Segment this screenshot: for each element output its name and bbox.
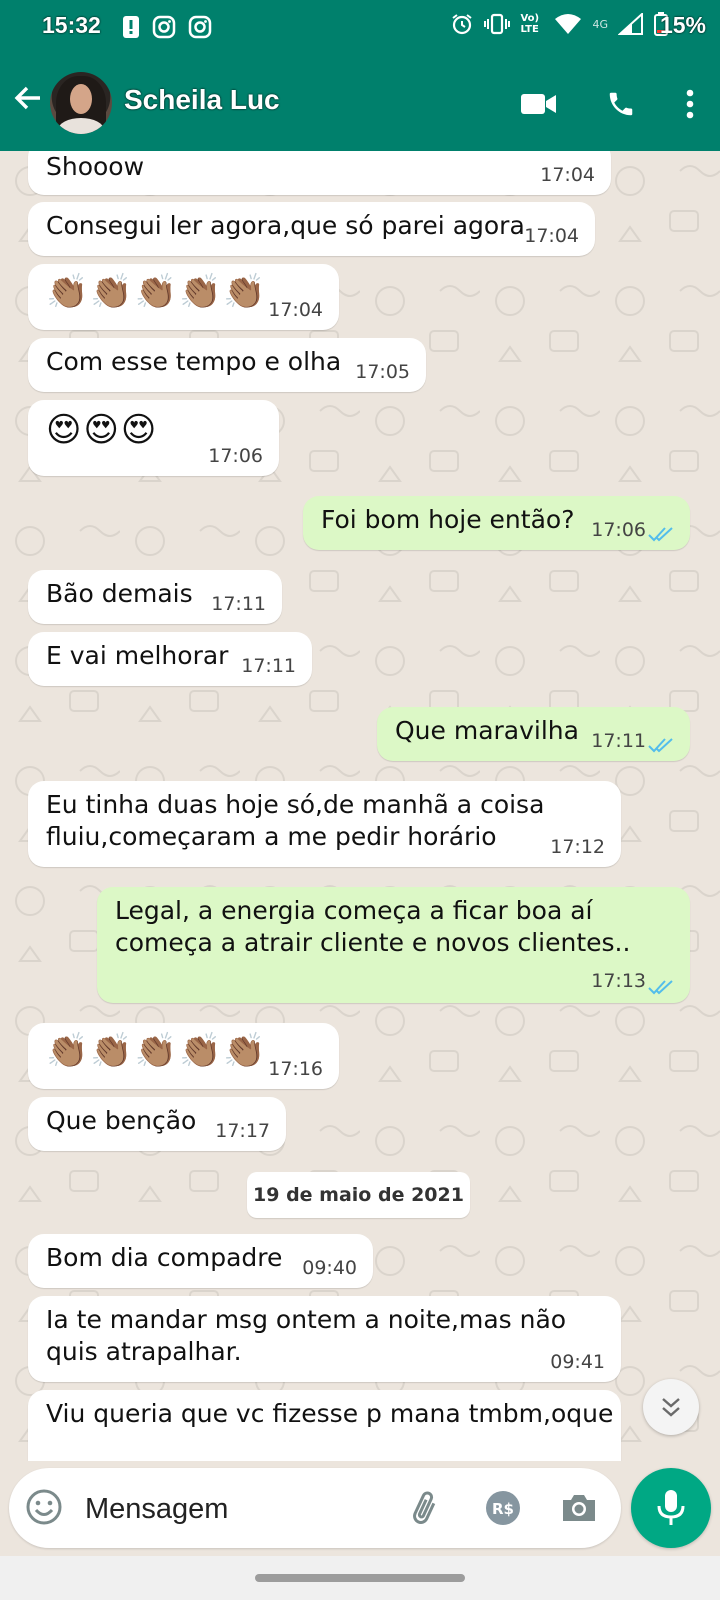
message-bubble-incoming[interactable]: Shooow 17:04 bbox=[28, 151, 611, 195]
message-bubble-incoming[interactable]: Consegui ler agora,que só parei agora 17… bbox=[28, 202, 595, 256]
message-time: 17:06 bbox=[591, 519, 646, 541]
message-bubble-incoming[interactable]: Eu tinha duas hoje só,de manhã a coisa f… bbox=[28, 781, 621, 867]
message-text: Ia te mandar msg ontem a noite,mas não q… bbox=[46, 1305, 567, 1366]
avatar[interactable] bbox=[50, 72, 112, 134]
message-time: 17:04 bbox=[524, 225, 579, 247]
scroll-to-bottom-button[interactable] bbox=[643, 1379, 699, 1435]
message-time: 17:11 bbox=[241, 655, 296, 677]
wifi-icon bbox=[555, 14, 582, 34]
message-text: Com esse tempo e olha bbox=[46, 347, 342, 376]
message-time: 17:06 bbox=[208, 445, 263, 467]
message-time: 17:04 bbox=[540, 164, 595, 186]
pix-icon[interactable]: R$ bbox=[483, 1488, 523, 1528]
signal-icon bbox=[618, 13, 643, 35]
message-text: Foi bom hoje então? bbox=[321, 505, 575, 534]
notification-icons bbox=[122, 15, 212, 39]
message-time: 17:04 bbox=[268, 299, 323, 321]
network-label: 4G bbox=[592, 17, 608, 31]
message-time: 17:11 bbox=[591, 730, 646, 752]
home-gesture-pill[interactable] bbox=[255, 1574, 465, 1582]
message-bubble-incoming[interactable]: Bão demais 17:11 bbox=[28, 570, 282, 624]
message-text: Bão demais bbox=[46, 579, 193, 608]
toolbar-actions bbox=[496, 80, 720, 128]
message-time: 17:12 bbox=[550, 836, 605, 858]
message-text: Viu queria que vc fizesse p mana tmbm,oq… bbox=[46, 1399, 614, 1428]
message-bubble-incoming[interactable]: 👏🏽👏🏽👏🏽👏🏽👏🏽 17:04 bbox=[28, 264, 339, 330]
mic-icon bbox=[657, 1490, 685, 1525]
message-bubble-incoming[interactable]: Ia te mandar msg ontem a noite,mas não q… bbox=[28, 1296, 621, 1382]
message-composer: R$ bbox=[9, 1468, 621, 1548]
alert-icon bbox=[123, 16, 139, 38]
message-text: Legal, a energia começa a ficar boa aí c… bbox=[115, 896, 631, 957]
status-time: 15:32 bbox=[42, 12, 101, 38]
message-emoji: 👏🏽👏🏽👏🏽👏🏽👏🏽 bbox=[46, 272, 268, 312]
message-bubble-incoming[interactable]: 👏🏽👏🏽👏🏽👏🏽👏🏽 17:16 bbox=[28, 1023, 339, 1089]
volte-label: Vo) LTE bbox=[520, 13, 540, 35]
message-text: Bom dia compadre bbox=[46, 1243, 283, 1272]
instagram-icon bbox=[152, 15, 176, 39]
message-bubble-outgoing[interactable]: Legal, a energia começa a ficar boa aí c… bbox=[97, 887, 690, 1003]
message-time: 17:17 bbox=[215, 1120, 270, 1142]
message-bubble-incoming[interactable]: Bom dia compadre 09:40 bbox=[28, 1234, 373, 1288]
message-time: 17:05 bbox=[355, 361, 410, 383]
status-bar: 15:32 Vo) LTE 4G 15% bbox=[0, 0, 720, 56]
message-text: E vai melhorar bbox=[46, 641, 229, 670]
message-bubble-incoming[interactable]: Viu queria que vc fizesse p mana tmbm,oq… bbox=[28, 1390, 621, 1461]
message-bubble-outgoing[interactable]: Foi bom hoje então? 17:06 bbox=[303, 496, 690, 550]
message-time: 17:11 bbox=[211, 593, 266, 615]
voice-call-button[interactable] bbox=[582, 80, 660, 128]
more-options-icon bbox=[686, 89, 694, 119]
message-text: Eu tinha duas hoje só,de manhã a coisa f… bbox=[46, 790, 545, 851]
svg-text:R$: R$ bbox=[492, 1500, 514, 1518]
mic-button[interactable] bbox=[631, 1468, 711, 1548]
instagram-icon bbox=[188, 15, 212, 39]
message-bubble-incoming[interactable]: E vai melhorar 17:11 bbox=[28, 632, 312, 686]
message-bubble-incoming[interactable]: 😍😍😍 17:06 bbox=[28, 400, 279, 476]
attach-icon[interactable] bbox=[407, 1488, 447, 1528]
battery-percent: 15% bbox=[659, 12, 706, 38]
chat-header: 15:32 Vo) LTE 4G 15% Scheila Luc bbox=[0, 0, 720, 151]
vibrate-icon bbox=[484, 13, 511, 35]
message-time: 09:40 bbox=[302, 1257, 357, 1279]
back-arrow-icon[interactable] bbox=[12, 82, 44, 114]
system-navigation-bar bbox=[0, 1556, 720, 1600]
message-text: Que benção bbox=[46, 1106, 197, 1135]
chat-area[interactable]: Shooow 17:04 Consegui ler agora,que só p… bbox=[0, 151, 720, 1461]
message-text: Que maravilha bbox=[395, 716, 579, 745]
message-time: 17:16 bbox=[268, 1058, 323, 1080]
more-options-button[interactable] bbox=[660, 80, 720, 128]
message-input[interactable] bbox=[83, 1482, 387, 1536]
message-time: 09:41 bbox=[550, 1351, 605, 1373]
message-text: Shooow bbox=[46, 152, 145, 181]
voice-call-icon bbox=[609, 92, 633, 116]
message-time: 17:13 bbox=[591, 970, 646, 992]
read-ticks-icon bbox=[648, 527, 673, 542]
message-bubble-incoming[interactable]: Com esse tempo e olha 17:05 bbox=[28, 338, 426, 392]
message-bubble-outgoing[interactable]: Que maravilha 17:11 bbox=[377, 707, 690, 761]
read-ticks-icon bbox=[648, 980, 673, 995]
date-divider: 19 de maio de 2021 bbox=[247, 1172, 470, 1218]
emoji-icon[interactable] bbox=[25, 1488, 63, 1526]
message-text: Consegui ler agora,que só parei agora bbox=[46, 211, 525, 240]
video-call-button[interactable] bbox=[496, 80, 582, 128]
chevron-down-icon bbox=[662, 1398, 680, 1417]
video-call-icon bbox=[521, 94, 556, 114]
message-emoji: 😍😍😍 bbox=[46, 410, 159, 450]
contact-name[interactable]: Scheila Luc bbox=[124, 84, 280, 116]
message-bubble-incoming[interactable]: Que benção 17:17 bbox=[28, 1097, 286, 1151]
alarm-icon bbox=[452, 14, 473, 35]
chat-toolbar: Scheila Luc bbox=[0, 56, 720, 151]
read-ticks-icon bbox=[648, 738, 673, 753]
camera-icon[interactable] bbox=[559, 1488, 599, 1528]
status-icons: Vo) LTE 4G bbox=[450, 12, 668, 36]
message-emoji: 👏🏽👏🏽👏🏽👏🏽👏🏽 bbox=[46, 1031, 268, 1071]
